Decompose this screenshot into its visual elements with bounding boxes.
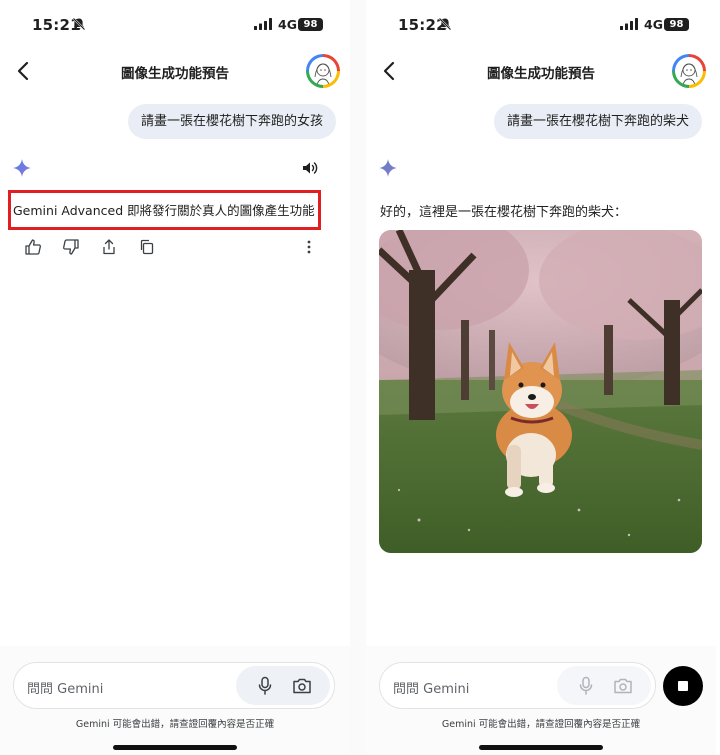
page-title: 圖像生成功能預告 <box>121 66 229 82</box>
prompt-input[interactable]: 問問 Gemini <box>379 662 656 709</box>
page-title: 圖像生成功能預告 <box>487 66 595 82</box>
copy-icon[interactable] <box>138 238 156 256</box>
disclaimer-text: Gemini 可能會出錯，請查證回覆內容是否正確 <box>75 719 275 730</box>
screen-divider <box>350 0 366 755</box>
network-type: 4G <box>278 17 297 32</box>
more-icon[interactable] <box>300 238 318 256</box>
microphone-icon[interactable] <box>256 676 274 695</box>
response-text: Gemini Advanced 即將發行關於真人的圖像產生功能 <box>13 203 315 218</box>
user-message-bubble: 請畫一張在櫻花樹下奔跑的女孩 <box>127 104 336 139</box>
disclaimer-text: Gemini 可能會出錯，請查證回覆內容是否正確 <box>441 719 641 730</box>
response-text: 好的，這裡是一張在櫻花樹下奔跑的柴犬： <box>380 205 628 220</box>
avatar-image <box>309 57 337 85</box>
thumbs-down-icon[interactable] <box>62 238 80 256</box>
battery-level: 98 <box>664 18 689 31</box>
phone-screen-right: 15:22 4G 98 圖像生成功能預告 請畫一張在櫻花樹下奔跑的柴犬 好的，這… <box>366 0 716 755</box>
network-type: 4G <box>644 17 663 32</box>
top-app-bar: 圖像生成功能預告 <box>366 50 716 92</box>
speaker-icon[interactable] <box>300 158 320 178</box>
user-message-bubble: 請畫一張在櫻花樹下奔跑的柴犬 <box>493 104 702 139</box>
avatar[interactable] <box>306 54 340 88</box>
top-app-bar: 圖像生成功能預告 <box>0 50 350 92</box>
muted-bell-icon <box>72 17 86 31</box>
camera-icon[interactable] <box>613 676 633 695</box>
camera-icon[interactable] <box>292 676 312 695</box>
avatar-image <box>675 57 703 85</box>
signal-icon <box>620 18 638 30</box>
input-actions <box>557 666 651 705</box>
status-bar: 15:21 4G 98 <box>0 0 350 50</box>
stop-button[interactable] <box>663 666 703 706</box>
prompt-input[interactable]: 問問 Gemini <box>13 662 335 709</box>
gemini-spark-icon <box>13 159 31 177</box>
status-bar: 15:22 4G 98 <box>366 0 716 50</box>
home-indicator <box>113 745 237 750</box>
thumbs-up-icon[interactable] <box>24 238 42 256</box>
stop-icon <box>678 681 688 691</box>
screenshot-composite: 15:21 4G 98 圖像生成功能預告 請畫一張在櫻花樹下奔跑的女孩 Gemi… <box>0 0 720 755</box>
home-indicator <box>479 745 603 750</box>
battery-level: 98 <box>298 18 323 31</box>
muted-bell-icon <box>438 17 452 31</box>
share-icon[interactable] <box>100 238 118 256</box>
prompt-placeholder: 問問 Gemini <box>27 682 104 697</box>
prompt-placeholder: 問問 Gemini <box>393 682 470 697</box>
signal-icon <box>254 18 272 30</box>
avatar[interactable] <box>672 54 706 88</box>
input-actions <box>236 666 330 705</box>
generated-image <box>379 230 702 553</box>
gemini-spark-icon <box>379 159 397 177</box>
microphone-icon[interactable] <box>577 676 595 695</box>
response-actions <box>24 238 324 258</box>
phone-screen-left: 15:21 4G 98 圖像生成功能預告 請畫一張在櫻花樹下奔跑的女孩 Gemi… <box>0 0 350 755</box>
